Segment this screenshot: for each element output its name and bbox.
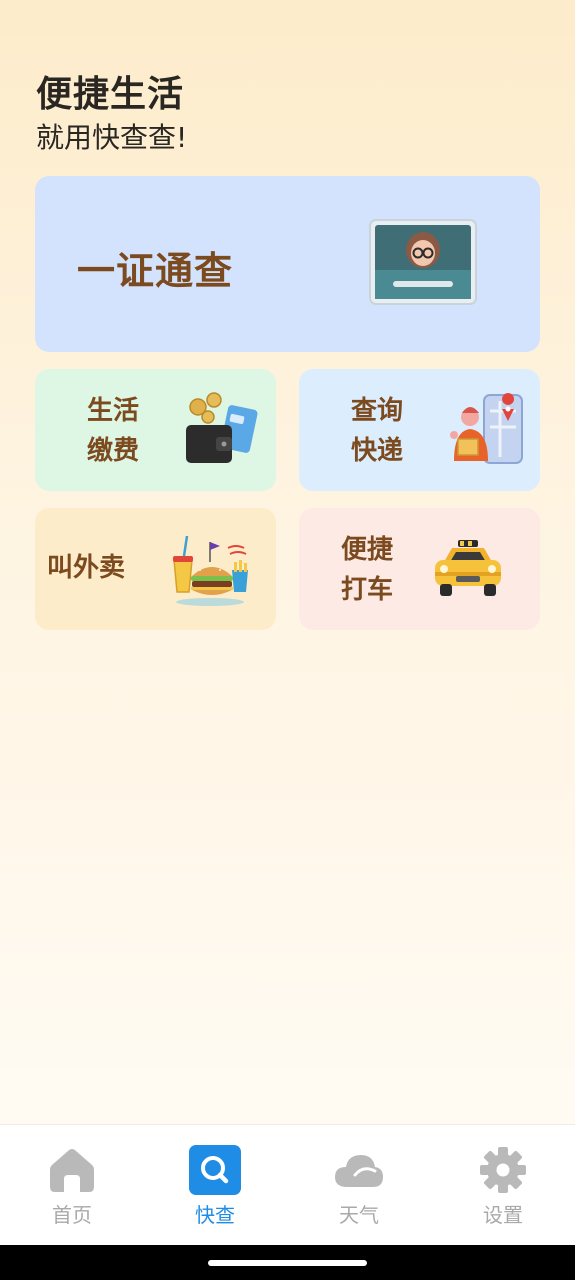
delivery-icon — [450, 393, 523, 464]
taxi-icon — [435, 540, 501, 596]
pay-label-line1: 生活 — [87, 396, 140, 426]
express-label-line2: 快递 — [351, 436, 404, 466]
home-icon — [50, 1149, 94, 1192]
id-check-label: 一证通查 — [77, 249, 234, 293]
express-card[interactable]: 查询 快递 — [299, 369, 540, 491]
gear-icon — [480, 1147, 526, 1193]
bottom-tab-bar: 首页 快查 天气 设置 — [0, 1124, 575, 1246]
page-header: 便捷生活 就用快查查! — [36, 72, 187, 158]
tab-weather[interactable]: 天气 — [309, 1145, 409, 1228]
express-label: 查询 快递 — [351, 391, 403, 471]
tab-home-label: 首页 — [52, 1203, 92, 1227]
tab-settings-label: 设置 — [483, 1203, 523, 1227]
tab-query[interactable]: 快查 — [165, 1145, 265, 1228]
cloud-icon — [335, 1155, 383, 1187]
pay-label-line2: 缴费 — [87, 436, 140, 466]
pay-label: 生活 缴费 — [87, 391, 139, 471]
express-label-line1: 查询 — [351, 396, 404, 426]
search-icon — [189, 1145, 241, 1195]
fast-food-icon — [173, 535, 248, 606]
page-title: 便捷生活 — [36, 74, 185, 115]
taxi-label-line2: 打车 — [341, 575, 394, 605]
tab-query-label: 快查 — [195, 1203, 235, 1227]
id-check-card[interactable]: 一证通查 — [35, 176, 540, 352]
taxi-card[interactable]: 便捷 打车 — [299, 508, 540, 630]
tab-weather-label: 天气 — [339, 1203, 379, 1227]
pay-card[interactable]: 生活 缴费 — [35, 369, 276, 491]
id-card-icon — [369, 219, 477, 305]
page-subtitle: 就用快查查! — [36, 121, 188, 154]
taxi-label-line1: 便捷 — [341, 535, 394, 565]
tab-home[interactable]: 首页 — [22, 1145, 122, 1228]
food-label: 叫外卖 — [47, 553, 126, 583]
tab-settings[interactable]: 设置 — [453, 1145, 553, 1228]
home-gesture-handle[interactable] — [208, 1260, 367, 1266]
food-card[interactable]: 叫外卖 — [35, 508, 276, 630]
system-navigation-bar — [0, 1245, 575, 1280]
taxi-label: 便捷 打车 — [341, 530, 393, 610]
wallet-icon — [186, 392, 258, 463]
